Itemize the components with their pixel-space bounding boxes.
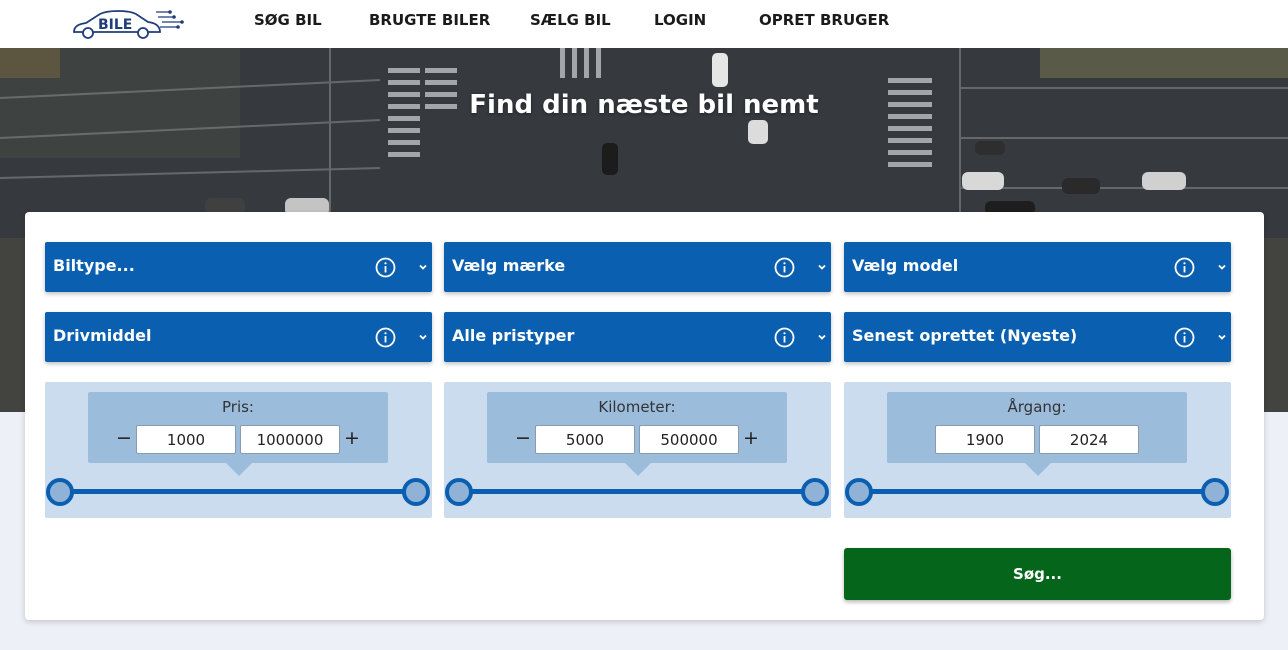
price-type-select[interactable]: Alle pristyper: [444, 312, 831, 362]
year-min-input[interactable]: [935, 425, 1035, 454]
info-icon[interactable]: [774, 257, 795, 278]
model-select[interactable]: Vælg model: [844, 242, 1231, 292]
car-type-select[interactable]: Biltype...: [45, 242, 432, 292]
tooltip-arrow: [1025, 463, 1051, 476]
kilometer-max-input[interactable]: [639, 425, 739, 454]
price-type-label: Alle pristyper: [452, 326, 575, 345]
price-min-handle[interactable]: [46, 478, 74, 506]
year-range-label: Årgang:: [1007, 398, 1067, 416]
kilometer-slider-track[interactable]: [459, 489, 816, 494]
chevron-down-icon: [419, 264, 427, 270]
model-label: Vælg model: [852, 256, 959, 275]
price-max-input[interactable]: [240, 425, 340, 454]
price-range-tooltip: Pris: − +: [88, 392, 388, 463]
sort-select[interactable]: Senest oprettet (Nyeste): [844, 312, 1231, 362]
chevron-down-icon: [818, 334, 826, 340]
chevron-down-icon: [1218, 334, 1226, 340]
nav-sell-car[interactable]: SÆLG BIL: [530, 11, 611, 29]
price-range-filter: Pris: − +: [45, 382, 432, 518]
year-min-handle[interactable]: [845, 478, 873, 506]
info-icon[interactable]: [375, 257, 396, 278]
year-range-tooltip: Årgang:: [887, 392, 1187, 463]
chevron-down-icon: [419, 334, 427, 340]
info-icon[interactable]: [1174, 257, 1195, 278]
kilometer-max-handle[interactable]: [801, 478, 829, 506]
sort-label: Senest oprettet (Nyeste): [852, 326, 1078, 345]
info-icon[interactable]: [375, 327, 396, 348]
brand-select[interactable]: Vælg mærke: [444, 242, 831, 292]
search-filter-card: Biltype... Vælg mærke Vælg model Drivmid…: [25, 212, 1264, 620]
kilometer-increase-button[interactable]: +: [743, 428, 759, 448]
tooltip-arrow: [226, 463, 252, 476]
kilometer-min-handle[interactable]: [445, 478, 473, 506]
kilometer-range-tooltip: Kilometer: − +: [487, 392, 787, 463]
nav-used-cars[interactable]: BRUGTE BILER: [369, 11, 490, 29]
price-range-label: Pris:: [222, 398, 254, 416]
info-icon[interactable]: [1174, 327, 1195, 348]
price-increase-button[interactable]: +: [344, 428, 360, 448]
year-slider-track[interactable]: [859, 489, 1216, 494]
chevron-down-icon: [818, 264, 826, 270]
price-min-input[interactable]: [136, 425, 236, 454]
nav-create-user[interactable]: OPRET BRUGER: [759, 11, 889, 29]
kilometer-range-filter: Kilometer: − +: [444, 382, 831, 518]
price-decrease-button[interactable]: −: [116, 428, 132, 448]
kilometer-min-input[interactable]: [535, 425, 635, 454]
brand-label: Vælg mærke: [452, 256, 566, 275]
car-type-label: Biltype...: [53, 256, 135, 275]
price-slider-track[interactable]: [60, 489, 417, 494]
year-max-handle[interactable]: [1201, 478, 1229, 506]
nav-login[interactable]: LOGIN: [654, 11, 706, 29]
site-header: BILE SØG BIL BRUGTE BILER SÆLG BIL LOGIN…: [0, 0, 1288, 48]
info-icon[interactable]: [774, 327, 795, 348]
nav-search-car[interactable]: SØG BIL: [254, 11, 322, 29]
kilometer-decrease-button[interactable]: −: [515, 428, 531, 448]
kilometer-range-label: Kilometer:: [598, 398, 676, 416]
hero-title: Find din næste bil nemt: [469, 90, 819, 120]
year-max-input[interactable]: [1039, 425, 1139, 454]
fuel-type-select[interactable]: Drivmiddel: [45, 312, 432, 362]
tooltip-arrow: [625, 463, 651, 476]
main-nav: SØG BIL BRUGTE BILER SÆLG BIL LOGIN OPRE…: [0, 0, 1288, 48]
chevron-down-icon: [1218, 264, 1226, 270]
search-button[interactable]: Søg...: [844, 548, 1231, 600]
year-range-filter: Årgang:: [844, 382, 1231, 518]
fuel-type-label: Drivmiddel: [53, 326, 152, 345]
price-max-handle[interactable]: [402, 478, 430, 506]
